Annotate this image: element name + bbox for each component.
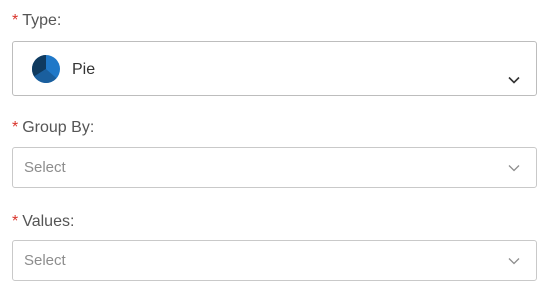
values-placeholder: Select bbox=[24, 252, 66, 269]
values-label-text: Values: bbox=[22, 213, 75, 230]
required-asterisk: * bbox=[12, 12, 19, 29]
type-label-text: Type: bbox=[22, 12, 62, 29]
pie-chart-icon bbox=[32, 55, 60, 83]
values-select[interactable]: Select bbox=[12, 240, 537, 281]
chevron-down-icon[interactable] bbox=[508, 257, 520, 265]
group-by-label: * Group By: bbox=[12, 118, 94, 138]
group-by-label-text: Group By: bbox=[22, 119, 95, 136]
required-asterisk: * bbox=[12, 119, 19, 136]
type-selected-value: Pie bbox=[72, 61, 96, 78]
group-by-placeholder: Select bbox=[24, 159, 66, 176]
chevron-down-icon[interactable] bbox=[508, 76, 520, 84]
type-label: * Type: bbox=[12, 11, 61, 31]
required-asterisk: * bbox=[12, 213, 19, 230]
values-label: * Values: bbox=[12, 212, 74, 232]
group-by-select[interactable]: Select bbox=[12, 147, 537, 188]
type-select[interactable]: Pie bbox=[12, 41, 537, 96]
chevron-down-icon[interactable] bbox=[508, 164, 520, 172]
